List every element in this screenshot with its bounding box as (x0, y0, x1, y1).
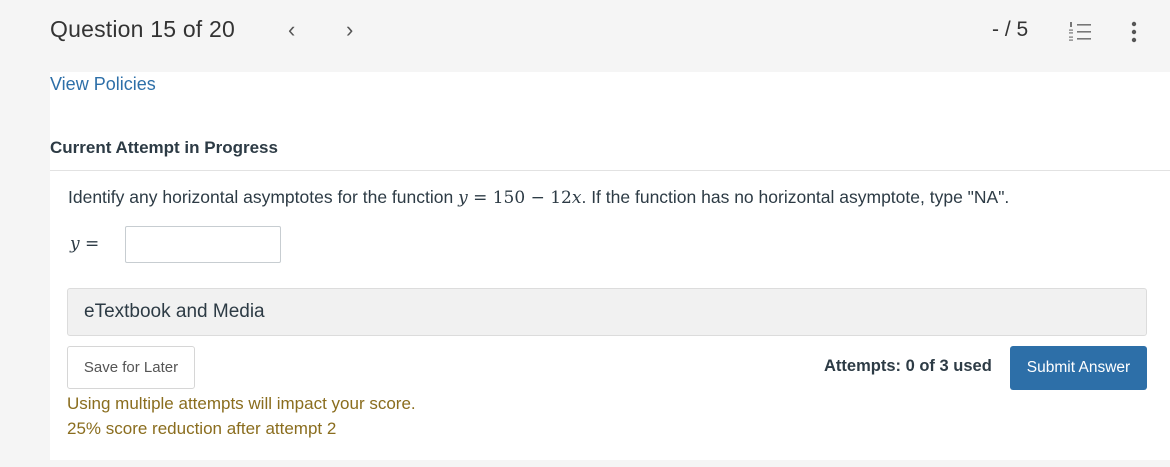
divider (50, 170, 1170, 171)
more-vertical-icon[interactable] (1129, 20, 1139, 44)
next-question-button[interactable]: › (346, 16, 353, 44)
attempt-heading: Current Attempt in Progress (50, 138, 278, 157)
question-suffix: . If the function has no horizontal asym… (581, 187, 1010, 207)
attempts-warning: Using multiple attempts will impact your… (67, 394, 416, 413)
answer-input[interactable] (125, 226, 281, 263)
question-panel: View Policies Current Attempt in Progres… (50, 72, 1170, 460)
list-numbered-icon[interactable] (1068, 20, 1092, 44)
etextbook-media-label: eTextbook and Media (84, 301, 265, 322)
answer-label-eq: = (79, 234, 100, 254)
math-variable-y: y (458, 188, 468, 208)
math-equation: = 150 − 12 (467, 188, 572, 208)
answer-label: y = (70, 234, 99, 254)
question-text: Identify any horizontal asymptotes for t… (68, 187, 1009, 208)
view-policies-link[interactable]: View Policies (50, 74, 156, 95)
answer-label-var: y (70, 234, 80, 254)
etextbook-media-toggle[interactable]: eTextbook and Media (67, 288, 1147, 336)
question-prefix: Identify any horizontal asymptotes for t… (68, 187, 459, 207)
submit-answer-button[interactable]: Submit Answer (1010, 346, 1147, 390)
attempts-counter: Attempts: 0 of 3 used (824, 357, 992, 375)
question-header: Question 15 of 20 ‹ › - / 5 (0, 0, 1170, 70)
math-expression: y = 150 − 12x (458, 188, 581, 208)
question-counter: Question 15 of 20 (50, 16, 235, 42)
previous-question-button[interactable]: ‹ (288, 16, 295, 44)
score-reduction-note: 25% score reduction after attempt 2 (67, 419, 337, 438)
save-for-later-button[interactable]: Save for Later (67, 346, 195, 389)
question-score: - / 5 (992, 18, 1029, 41)
